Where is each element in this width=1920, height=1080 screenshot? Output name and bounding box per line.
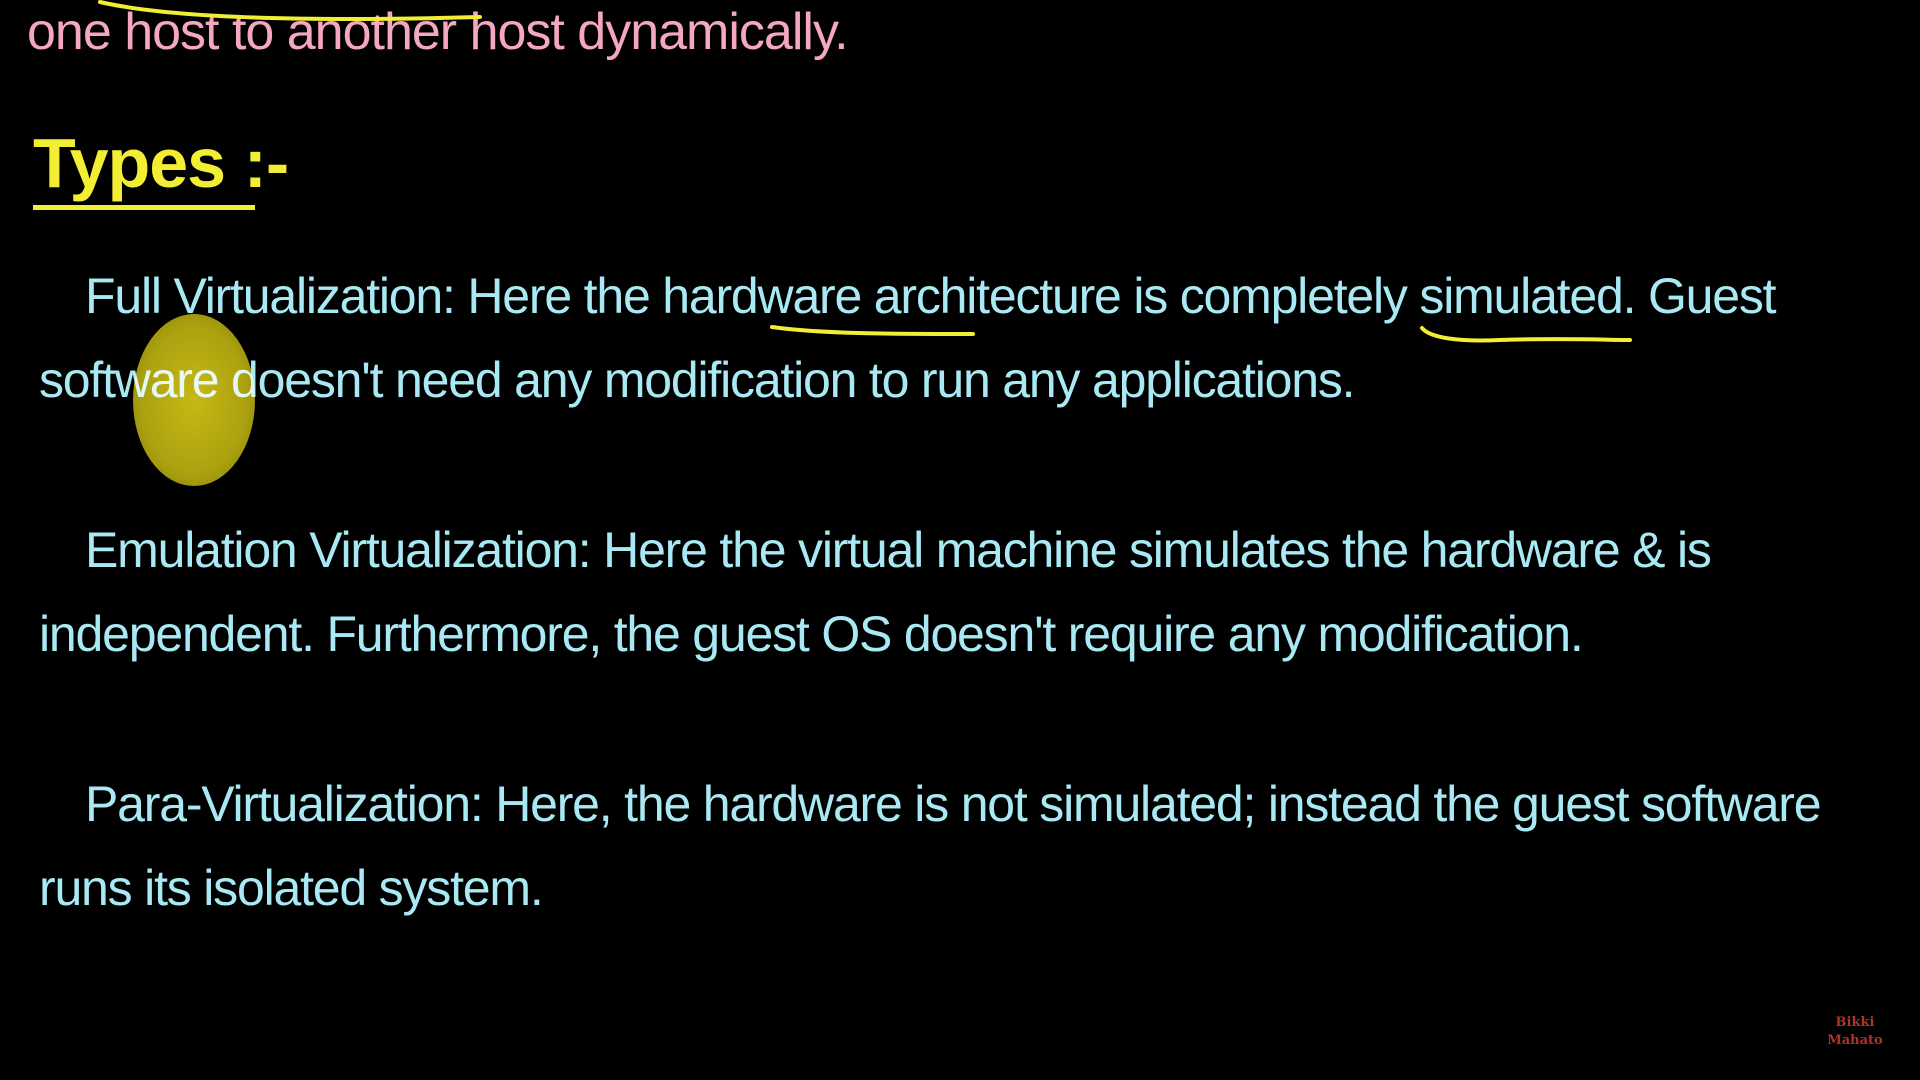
emulation-virtualization-paragraph: Emulation Virtualization: Here the virtu… [39, 508, 1859, 676]
cursor-highlight-icon [133, 314, 255, 486]
lecture-slide: one host to another host dynamically. Ty… [0, 0, 1920, 1080]
previous-text-line: one host to another host dynamically. [27, 3, 849, 61]
full-virtualization-paragraph: Full Virtualization: Here the hardware a… [39, 254, 1859, 422]
watermark-line: Mahato [1827, 1033, 1883, 1048]
emulation-virtualization-text: Emulation Virtualization: Here the virtu… [39, 522, 1712, 662]
heading-underline [33, 205, 255, 210]
author-watermark-logo: Bikki Mahato [1820, 1014, 1890, 1050]
watermark-line: Bikki [1835, 1015, 1875, 1030]
para-virtualization-paragraph: Para-Virtualization: Here, the hardware … [39, 762, 1859, 930]
para-virtualization-text: Para-Virtualization: Here, the hardware … [39, 776, 1822, 916]
types-heading: Types :- [33, 124, 289, 202]
full-virtualization-text: Full Virtualization: Here the hardware a… [39, 268, 1777, 408]
